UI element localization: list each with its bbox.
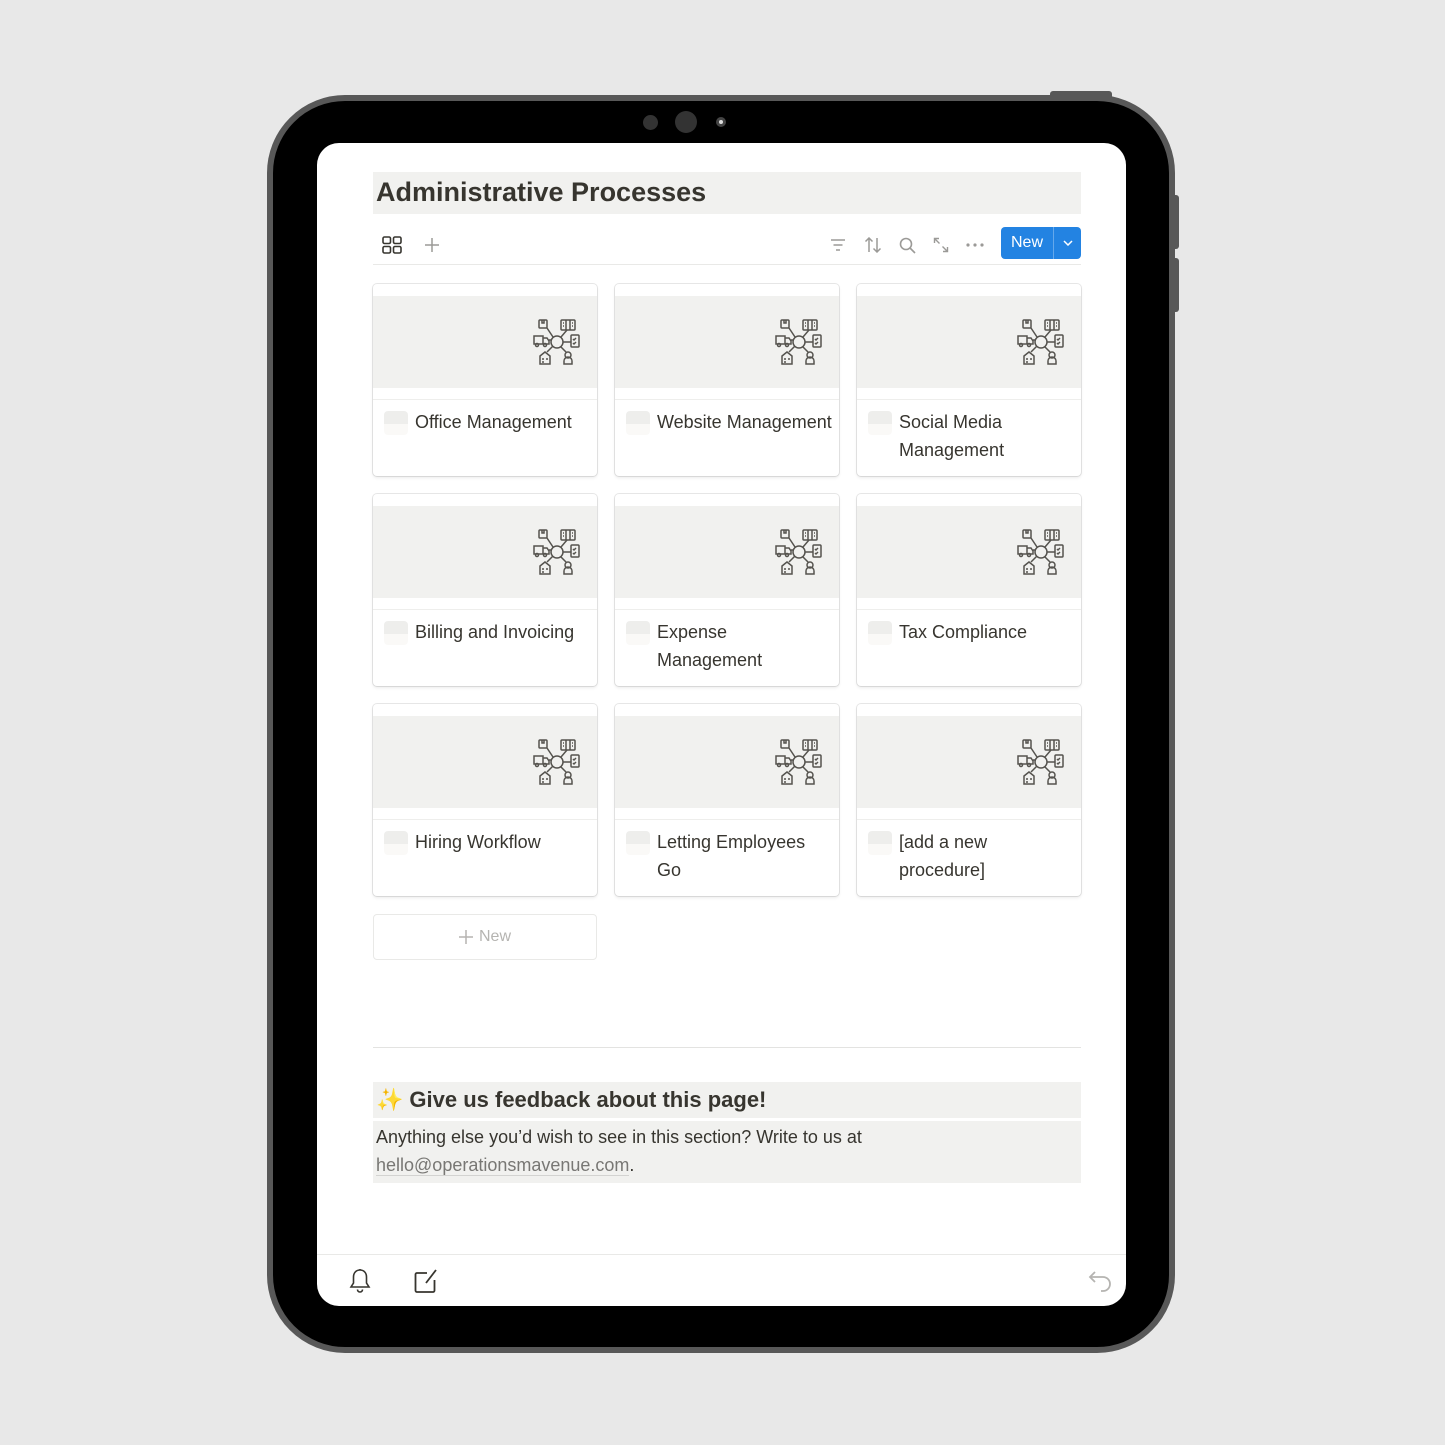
gallery-card[interactable]: Office Management xyxy=(373,284,597,476)
card-cover xyxy=(615,506,839,598)
card-title: Social Media Management xyxy=(899,412,1005,460)
gallery-card[interactable]: Billing and Invoicing xyxy=(373,494,597,686)
card-separator xyxy=(615,819,839,820)
add-new-card-button[interactable]: New xyxy=(373,914,597,960)
card-title: Website Management xyxy=(657,412,832,432)
page-icon xyxy=(626,621,650,645)
page-icon xyxy=(384,621,408,645)
gallery-card[interactable]: Social Media Management xyxy=(857,284,1081,476)
card-separator xyxy=(857,609,1081,610)
page-icon xyxy=(384,831,408,855)
process-network-icon xyxy=(775,319,822,365)
card-cover xyxy=(373,506,597,598)
compose-icon[interactable] xyxy=(411,1266,441,1296)
card-separator xyxy=(373,609,597,610)
new-button[interactable]: New xyxy=(1001,227,1081,259)
card-cover xyxy=(373,296,597,388)
new-button-label[interactable]: New xyxy=(1001,234,1053,252)
gallery-card[interactable]: Letting Employees Go xyxy=(615,704,839,896)
card-title: Letting Employees Go xyxy=(657,832,806,880)
feedback-body: Anything else you’d wish to see in this … xyxy=(373,1121,1081,1183)
page-title[interactable]: Administrative Processes xyxy=(373,172,1081,214)
process-network-icon xyxy=(1017,739,1064,785)
screen: Administrative Processes New Office Mana… xyxy=(317,143,1126,1306)
sparkles-icon: ✨ xyxy=(376,1087,404,1112)
card-cover xyxy=(615,296,839,388)
feedback-heading: ✨ Give us feedback about this page! xyxy=(373,1082,1081,1118)
card-separator xyxy=(857,399,1081,400)
page-icon xyxy=(626,831,650,855)
page-icon xyxy=(868,621,892,645)
page-icon xyxy=(384,411,408,435)
card-cover xyxy=(857,716,1081,808)
card-separator xyxy=(373,399,597,400)
feedback-trailing: . xyxy=(629,1155,635,1175)
camera-lens xyxy=(716,117,726,127)
card-cover xyxy=(373,716,597,808)
card-title: Billing and Invoicing xyxy=(415,622,575,642)
database-toolbar: New xyxy=(373,227,1081,265)
page-icon xyxy=(626,411,650,435)
add-view-plus-icon[interactable] xyxy=(420,233,444,257)
gallery-card[interactable]: [add a new procedure] xyxy=(857,704,1081,896)
card-title: Hiring Workflow xyxy=(415,832,541,852)
filter-icon[interactable] xyxy=(826,233,850,257)
feedback-email-link[interactable]: hello@operationsmavenue.com xyxy=(376,1155,630,1176)
process-network-icon xyxy=(533,319,580,365)
gallery-card[interactable]: Hiring Workflow xyxy=(373,704,597,896)
card-separator xyxy=(857,819,1081,820)
process-network-icon xyxy=(1017,529,1064,575)
gallery-card[interactable]: Tax Compliance xyxy=(857,494,1081,686)
card-title: Office Management xyxy=(415,412,572,432)
process-network-icon xyxy=(775,529,822,575)
bottom-bar xyxy=(317,1254,1126,1306)
process-network-icon xyxy=(533,739,580,785)
card-cover xyxy=(615,716,839,808)
feedback-heading-text: Give us feedback about this page! xyxy=(409,1087,767,1112)
card-separator xyxy=(373,819,597,820)
divider xyxy=(373,1047,1081,1048)
bell-icon[interactable] xyxy=(345,1266,375,1296)
gallery-grid-icon[interactable] xyxy=(380,233,404,257)
card-separator xyxy=(615,399,839,400)
gallery-card[interactable]: Website Management xyxy=(615,284,839,476)
sort-icon[interactable] xyxy=(861,233,885,257)
expand-icon[interactable] xyxy=(929,233,953,257)
add-new-label: New xyxy=(478,928,511,945)
sensor-dot xyxy=(643,115,658,130)
undo-icon[interactable] xyxy=(1086,1266,1116,1296)
feedback-body-text: Anything else you’d wish to see in this … xyxy=(376,1127,862,1147)
chevron-down-icon[interactable] xyxy=(1053,227,1081,259)
gallery-card[interactable]: Expense Management xyxy=(615,494,839,686)
card-cover xyxy=(857,506,1081,598)
page-icon xyxy=(868,411,892,435)
more-icon[interactable] xyxy=(963,233,987,257)
card-title: [add a new procedure] xyxy=(899,832,988,880)
search-icon[interactable] xyxy=(895,233,919,257)
card-separator xyxy=(615,609,839,610)
process-network-icon xyxy=(533,529,580,575)
card-cover xyxy=(857,296,1081,388)
process-network-icon xyxy=(1017,319,1064,365)
page-icon xyxy=(868,831,892,855)
card-title: Expense Management xyxy=(657,622,763,670)
front-camera xyxy=(675,111,697,133)
card-title: Tax Compliance xyxy=(899,622,1028,642)
process-network-icon xyxy=(775,739,822,785)
plus-icon xyxy=(458,930,473,944)
